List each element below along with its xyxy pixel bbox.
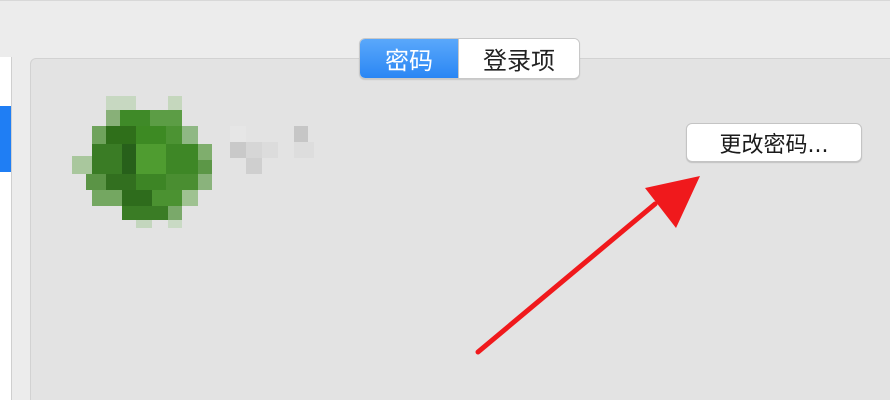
tab-bar: 密码 登录项 bbox=[359, 38, 580, 79]
avatar-pixel-blocks bbox=[72, 96, 212, 228]
avatar[interactable] bbox=[72, 96, 216, 228]
change-password-button[interactable]: 更改密码... bbox=[686, 123, 862, 162]
username-pixelated bbox=[230, 126, 314, 174]
tab-password[interactable]: 密码 bbox=[360, 39, 458, 78]
users-and-groups-window: 密码 登录项 更改密码... bbox=[0, 0, 890, 400]
tab-login-items[interactable]: 登录项 bbox=[458, 39, 579, 78]
sidebar-selected-user-row[interactable] bbox=[0, 106, 11, 172]
window-top-edge bbox=[0, 0, 890, 1]
